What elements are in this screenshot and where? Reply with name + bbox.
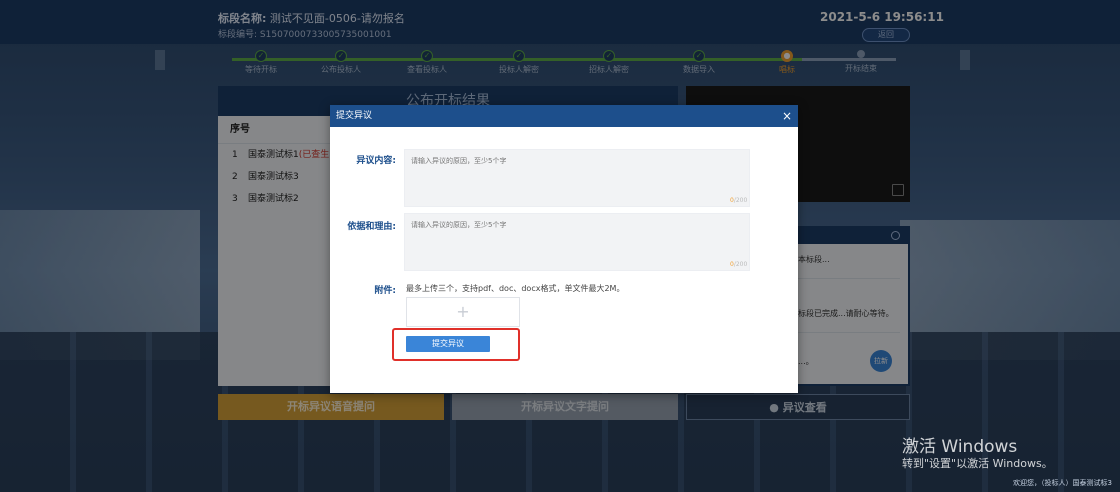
windows-activation-title: 激活 Windows: [902, 437, 1018, 457]
objection-modal: 提交异议 × 异议内容: 0/200 依据和理由: 0/200 附件: 最多上传…: [330, 105, 798, 393]
windows-activation-subtitle: 转到"设置"以激活 Windows。: [902, 457, 1053, 470]
reason-label: 依据和理由:: [347, 222, 396, 232]
upload-button[interactable]: +: [406, 297, 520, 327]
content-label: 异议内容:: [356, 156, 396, 166]
modal-title: 提交异议: [336, 111, 373, 121]
welcome-text: 欢迎您，（投标人）国泰测试标3: [1013, 479, 1112, 487]
attach-label: 附件:: [374, 286, 396, 296]
reason-char-count: 0/200: [730, 261, 748, 268]
submit-objection-button[interactable]: 提交异议: [406, 336, 490, 352]
content-char-count: 0/200: [730, 197, 748, 204]
close-icon[interactable]: ×: [782, 105, 792, 127]
content-textarea[interactable]: [404, 149, 750, 207]
reason-textarea[interactable]: [404, 213, 750, 271]
attach-hint: 最多上传三个，支持pdf、doc、docx格式，单文件最大2M。: [406, 284, 625, 293]
modal-header: 提交异议 ×: [330, 105, 798, 127]
